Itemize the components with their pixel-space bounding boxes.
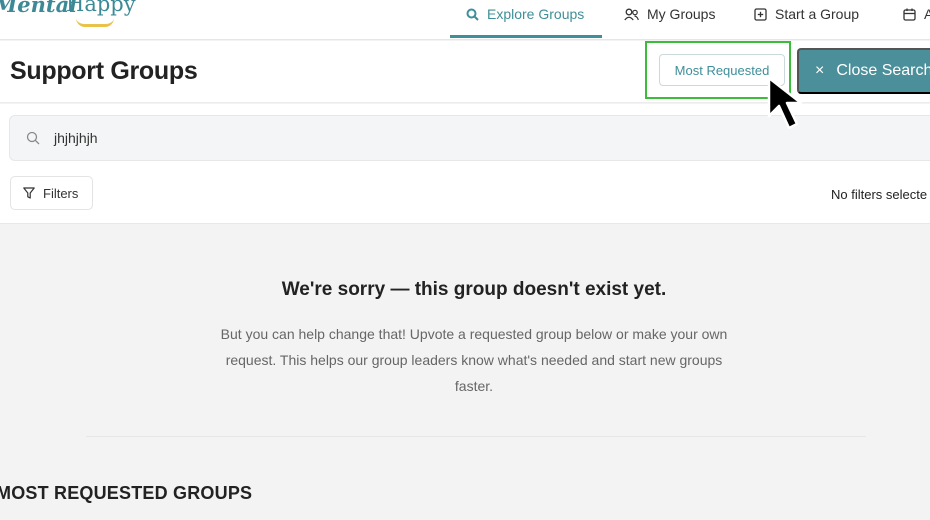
logo-smile-icon [76, 18, 114, 27]
plus-square-icon [754, 7, 767, 21]
filters-button[interactable]: Filters [10, 176, 93, 210]
nav-explore-groups-label: Explore Groups [487, 6, 585, 22]
nav-my-groups-label: My Groups [647, 6, 716, 22]
filter-status-text: No filters selecte [831, 187, 928, 202]
empty-state-title: We're sorry — this group doesn't exist y… [281, 279, 667, 300]
filter-funnel-icon [23, 187, 35, 199]
mouse-pointer-icon [767, 76, 803, 130]
close-search-label: Close Search [836, 62, 930, 79]
search-input-value: jhjhjhjh [54, 130, 98, 146]
nav-item-truncated[interactable]: A [903, 4, 930, 24]
nav-start-a-group[interactable]: Start a Group [754, 4, 859, 24]
nav-explore-groups[interactable]: Explore Groups [466, 4, 584, 24]
filters-button-label: Filters [43, 185, 79, 201]
page-title: Support Groups [10, 57, 198, 85]
nav-truncated-label: A [924, 6, 930, 22]
nav-start-a-group-label: Start a Group [775, 6, 860, 22]
section-divider [86, 436, 866, 437]
top-navigation-bar: Mental Happy Explore Groups My Groups St… [0, 0, 930, 40]
nav-my-groups[interactable]: My Groups [624, 4, 715, 24]
active-tab-indicator [450, 35, 602, 38]
empty-state-description: But you can help change that! Upvote a r… [220, 326, 728, 394]
most-requested-groups-heading: MOST REQUESTED GROUPS [0, 483, 253, 503]
people-icon [624, 8, 639, 20]
logo-word-happy: Happy [66, 0, 136, 16]
search-icon [26, 131, 40, 145]
search-group-icon [466, 8, 479, 21]
calendar-icon [903, 8, 916, 21]
